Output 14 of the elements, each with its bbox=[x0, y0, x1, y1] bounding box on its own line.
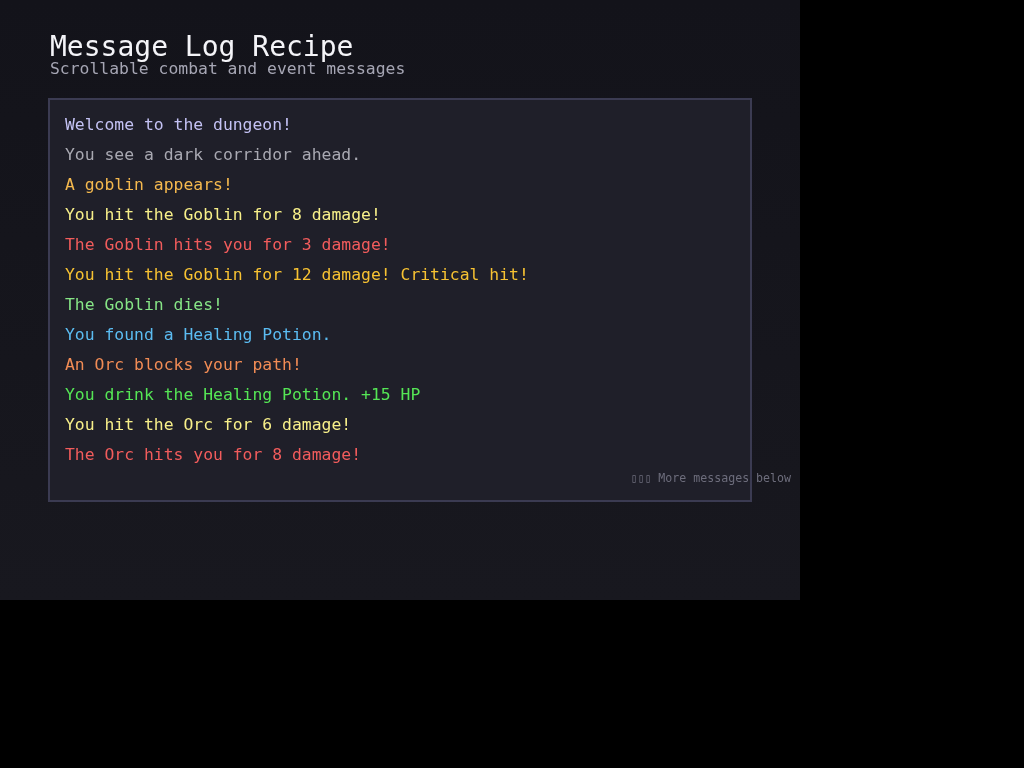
log-message: An Orc blocks your path! bbox=[65, 354, 302, 376]
log-message: A goblin appears! bbox=[65, 174, 233, 196]
log-message: The Goblin dies! bbox=[65, 294, 223, 316]
log-message: You hit the Goblin for 12 damage! Critical hit! bbox=[65, 264, 529, 286]
more-messages-hint: ▯▯▯ More messages below bbox=[630, 470, 791, 486]
log-message: You hit the Goblin for 8 damage! bbox=[65, 204, 381, 226]
log-message: You see a dark corridor ahead. bbox=[65, 144, 362, 166]
log-message: Welcome to the dungeon! bbox=[65, 114, 292, 136]
log-message: You drink the Healing Potion. +15 HP bbox=[65, 384, 421, 406]
log-message: You hit the Orc for 6 damage! bbox=[65, 414, 352, 436]
page-title: Message Log Recipe bbox=[50, 30, 355, 63]
log-message: The Goblin hits you for 3 damage! bbox=[65, 234, 391, 256]
log-message: You found a Healing Potion. bbox=[65, 324, 332, 346]
log-message: The Orc hits you for 8 damage! bbox=[65, 444, 362, 466]
